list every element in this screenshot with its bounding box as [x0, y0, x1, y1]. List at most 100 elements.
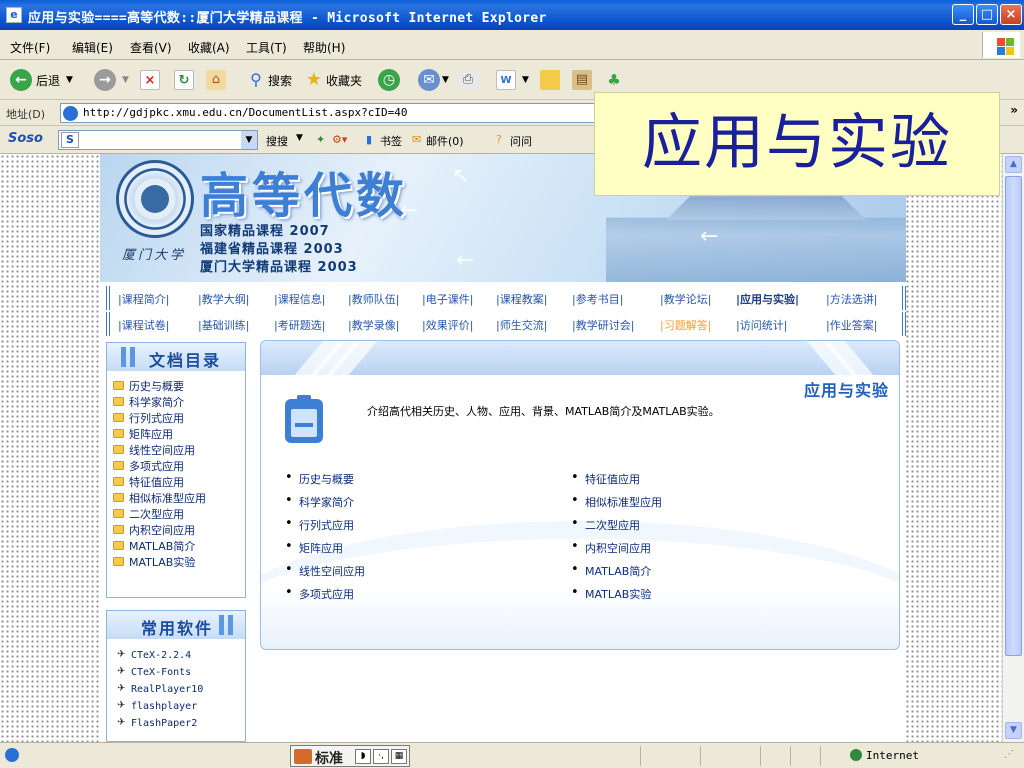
- content-link-eigenvalues[interactable]: 特征值应用: [571, 470, 640, 487]
- edit-dropdown-icon[interactable]: ▼: [522, 75, 529, 85]
- print-button[interactable]: ⎙: [458, 68, 478, 92]
- address-field[interactable]: http://gdjpkc.xmu.edu.cn/DocumentList.as…: [60, 103, 600, 123]
- nav-lesson-plans[interactable]: |课程教案|: [496, 291, 547, 307]
- mail-button[interactable]: ✉ ▼: [418, 68, 449, 92]
- search-button[interactable]: ⚲ 搜索: [246, 68, 292, 92]
- nav-postgrad-problems[interactable]: |考研题选|: [274, 317, 325, 333]
- refresh-button[interactable]: ↻: [174, 68, 194, 92]
- soso-mail-button[interactable]: 邮件(0): [426, 133, 464, 149]
- home-button[interactable]: ⌂: [206, 68, 226, 92]
- content-link-scientists[interactable]: 科学家简介: [285, 493, 354, 510]
- ime-mode-label[interactable]: 标准: [315, 748, 343, 768]
- edit-button[interactable]: W ▼: [496, 68, 529, 92]
- menu-edit[interactable]: 编辑(E): [72, 39, 113, 56]
- nav-evaluation[interactable]: |效果评价|: [422, 317, 473, 333]
- doc-link-eigenvalues[interactable]: 特征值应用: [129, 474, 184, 490]
- ime-toolbar[interactable]: 标准 ◗ ·, ▦: [290, 745, 410, 767]
- nav-videos[interactable]: |教学录像|: [348, 317, 399, 333]
- favorites-button[interactable]: ★ 收藏夹: [304, 68, 362, 92]
- nav-faculty[interactable]: |教师队伍|: [348, 291, 399, 307]
- doc-link-history[interactable]: 历史与概要: [129, 378, 184, 394]
- doc-link-quadratic-forms[interactable]: 二次型应用: [129, 506, 184, 522]
- nav-syllabus[interactable]: |教学大纲|: [198, 291, 249, 307]
- nav-applications[interactable]: |应用与实验|: [736, 291, 799, 307]
- nav-exams[interactable]: |课程试卷|: [118, 317, 169, 333]
- nav-references[interactable]: |参考书目|: [572, 291, 623, 307]
- soso-settings-icon[interactable]: ⚙▾: [332, 133, 347, 146]
- ime-moon-icon[interactable]: ◗: [355, 749, 371, 764]
- content-link-determinants[interactable]: 行列式应用: [285, 516, 354, 533]
- software-link-flashpaper[interactable]: FlashPaper2: [131, 718, 197, 729]
- doc-link-matlab-lab[interactable]: MATLAB实验: [129, 554, 195, 570]
- nav-homework-answers[interactable]: |作业答案|: [826, 317, 877, 333]
- doc-link-scientists[interactable]: 科学家简介: [129, 394, 184, 410]
- address-url[interactable]: http://gdjpkc.xmu.edu.cn/DocumentList.as…: [83, 106, 408, 119]
- nav-basic-training[interactable]: |基础训练|: [198, 317, 249, 333]
- content-link-matlab-intro[interactable]: MATLAB简介: [571, 562, 651, 579]
- soso-highlight-icon[interactable]: ✦: [316, 133, 325, 146]
- maximize-button[interactable]: □: [976, 4, 998, 25]
- research-button[interactable]: ▤: [572, 68, 592, 92]
- nav-communication[interactable]: |师生交流|: [496, 317, 547, 333]
- software-link-ctex[interactable]: CTeX-2.2.4: [131, 650, 191, 661]
- soso-bookmarks-button[interactable]: 书签: [380, 133, 402, 149]
- content-link-matlab-lab[interactable]: MATLAB实验: [571, 585, 651, 602]
- doc-link-matrices[interactable]: 矩阵应用: [129, 426, 173, 442]
- content-link-inner-product[interactable]: 内积空间应用: [571, 539, 651, 556]
- doc-link-polynomials[interactable]: 多项式应用: [129, 458, 184, 474]
- discuss-button[interactable]: [540, 68, 560, 92]
- nav-methods[interactable]: |方法选讲|: [826, 291, 877, 307]
- nav-course-intro[interactable]: |课程简介|: [118, 291, 169, 307]
- software-link-realplayer[interactable]: RealPlayer10: [131, 684, 203, 695]
- close-button[interactable]: ×: [1000, 4, 1022, 25]
- menu-view[interactable]: 查看(V): [130, 39, 172, 56]
- menu-tools[interactable]: 工具(T): [246, 39, 287, 56]
- soso-search-button[interactable]: 搜搜: [266, 133, 288, 149]
- content-link-history[interactable]: 历史与概要: [285, 470, 354, 487]
- forward-button[interactable]: → ▼: [94, 68, 129, 92]
- back-dropdown-icon[interactable]: ▼: [66, 75, 73, 85]
- nav-exercise-solutions[interactable]: |习题解答|: [660, 317, 711, 333]
- content-link-canonical-forms[interactable]: 相似标准型应用: [571, 493, 662, 510]
- home-icon: ⌂: [206, 70, 226, 90]
- doc-link-determinants[interactable]: 行列式应用: [129, 410, 184, 426]
- scroll-up-arrow-icon[interactable]: ▲: [1005, 156, 1022, 173]
- resize-grip-icon[interactable]: ⋰: [1004, 749, 1014, 760]
- doc-link-linear-space[interactable]: 线性空间应用: [129, 442, 195, 458]
- toolbar-overflow-chevron-icon[interactable]: »: [1010, 103, 1018, 117]
- software-link-ctex-fonts[interactable]: CTeX-Fonts: [131, 667, 191, 678]
- menu-file[interactable]: 文件(F): [10, 39, 50, 56]
- software-link-flashplayer[interactable]: flashplayer: [131, 701, 197, 712]
- content-link-quadratic-forms[interactable]: 二次型应用: [571, 516, 640, 533]
- nav-slides[interactable]: |电子课件|: [422, 291, 473, 307]
- soso-ask-button[interactable]: 问问: [510, 133, 532, 149]
- ime-keyboard-icon[interactable]: ▦: [391, 749, 407, 764]
- soso-dropdown-icon[interactable]: ▼: [241, 131, 257, 149]
- vertical-scrollbar[interactable]: ▲ ▼: [1002, 154, 1024, 742]
- minimize-button[interactable]: _: [952, 4, 974, 25]
- nav-seminar[interactable]: |教学研讨会|: [572, 317, 634, 333]
- back-button[interactable]: ← 后退 ▼: [10, 68, 73, 92]
- scroll-down-arrow-icon[interactable]: ▼: [1005, 722, 1022, 739]
- stop-button[interactable]: ×: [140, 68, 160, 92]
- menu-help[interactable]: 帮助(H): [303, 39, 345, 56]
- nav-forum[interactable]: |教学论坛|: [660, 291, 711, 307]
- mail-dropdown-icon[interactable]: ▼: [442, 75, 449, 85]
- content-link-matrices[interactable]: 矩阵应用: [285, 539, 343, 556]
- menu-favorites[interactable]: 收藏(A): [188, 39, 230, 56]
- soso-search-dropdown-icon[interactable]: ▼: [296, 133, 303, 143]
- ime-punctuation-icon[interactable]: ·,: [373, 749, 389, 764]
- history-button[interactable]: ◷: [378, 68, 400, 92]
- messenger-button[interactable]: ♣: [604, 68, 624, 92]
- content-link-linear-space[interactable]: 线性空间应用: [285, 562, 365, 579]
- soso-s-icon[interactable]: S: [61, 132, 79, 148]
- doc-link-matlab-intro[interactable]: MATLAB简介: [129, 538, 195, 554]
- scrollbar-thumb[interactable]: [1005, 176, 1022, 656]
- nav-course-info[interactable]: |课程信息|: [274, 291, 325, 307]
- forward-dropdown-icon[interactable]: ▼: [122, 75, 129, 85]
- doc-link-inner-product[interactable]: 内积空间应用: [129, 522, 195, 538]
- content-link-polynomials[interactable]: 多项式应用: [285, 585, 354, 602]
- doc-link-canonical-forms[interactable]: 相似标准型应用: [129, 490, 206, 506]
- soso-search-input[interactable]: S ▼: [58, 130, 258, 150]
- nav-statistics[interactable]: |访问统计|: [736, 317, 787, 333]
